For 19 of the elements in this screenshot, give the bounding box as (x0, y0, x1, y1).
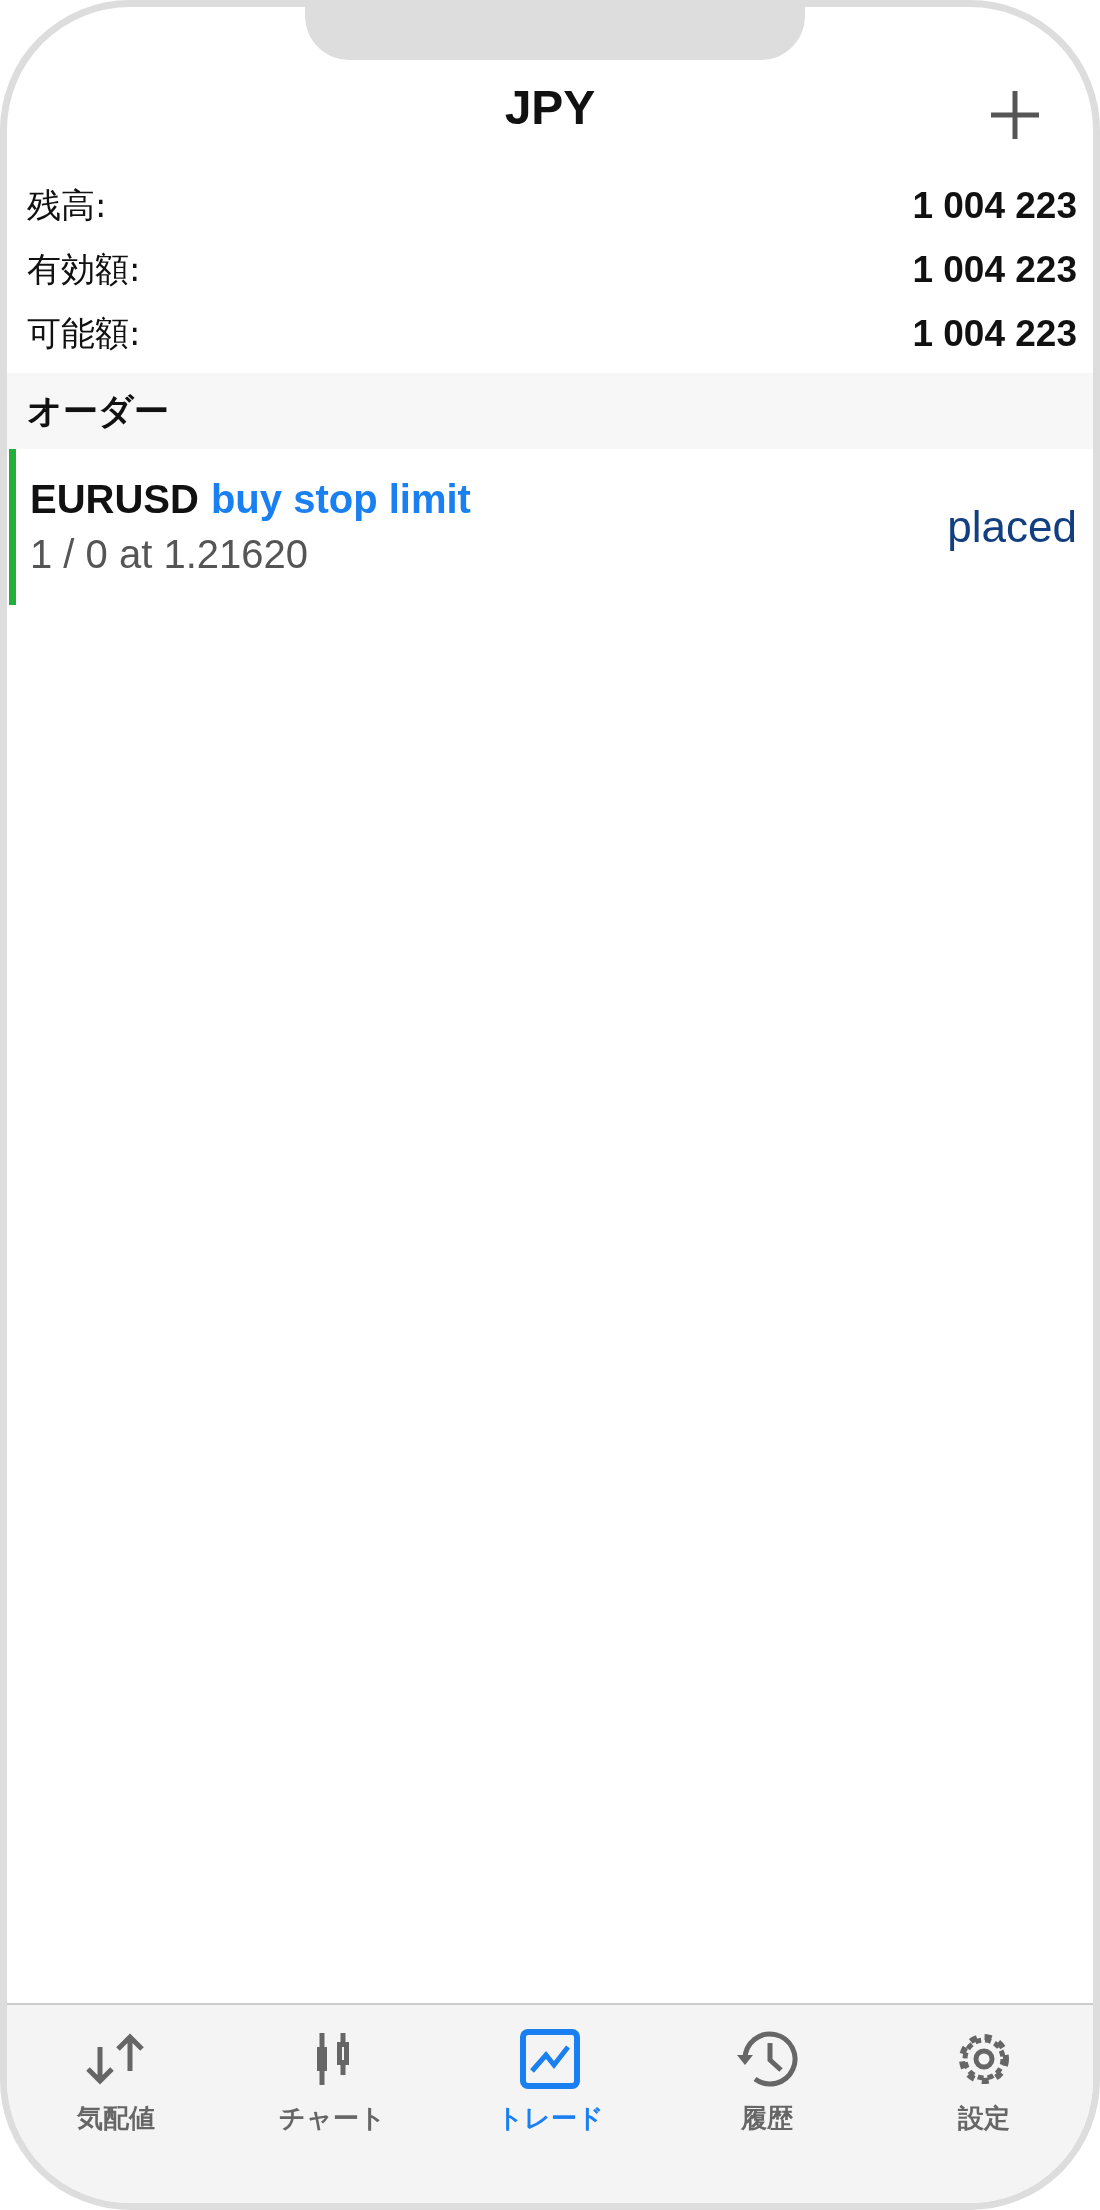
tab[interactable]: 気配値 (7, 2027, 225, 2203)
account-label: 有効額: (27, 248, 141, 291)
order-status: placed (947, 502, 1077, 552)
tab[interactable]: 設定 (875, 2027, 1093, 2203)
order-row[interactable]: EURUSD buy stop limit 1 / 0 at 1.21620 placed (7, 449, 1093, 605)
account-label: 可能額: (27, 312, 141, 355)
account-value: 1 004 223 (912, 185, 1077, 227)
account-value: 1 004 223 (912, 313, 1077, 355)
tab[interactable]: 履歴 (658, 2027, 876, 2203)
account-value: 1 004 223 (912, 249, 1077, 291)
order-symbol: EURUSD (30, 477, 199, 522)
account-label: 残高: (27, 184, 107, 227)
trend-icon (518, 2027, 582, 2091)
tab[interactable]: チャート (224, 2027, 442, 2203)
screen-title: JPY (504, 79, 596, 135)
order-details: 1 / 0 at 1.21620 (30, 532, 309, 577)
tab[interactable]: トレード (441, 2027, 659, 2203)
section-title: オーダー (27, 389, 169, 433)
order-type: buy stop limit (210, 477, 471, 522)
